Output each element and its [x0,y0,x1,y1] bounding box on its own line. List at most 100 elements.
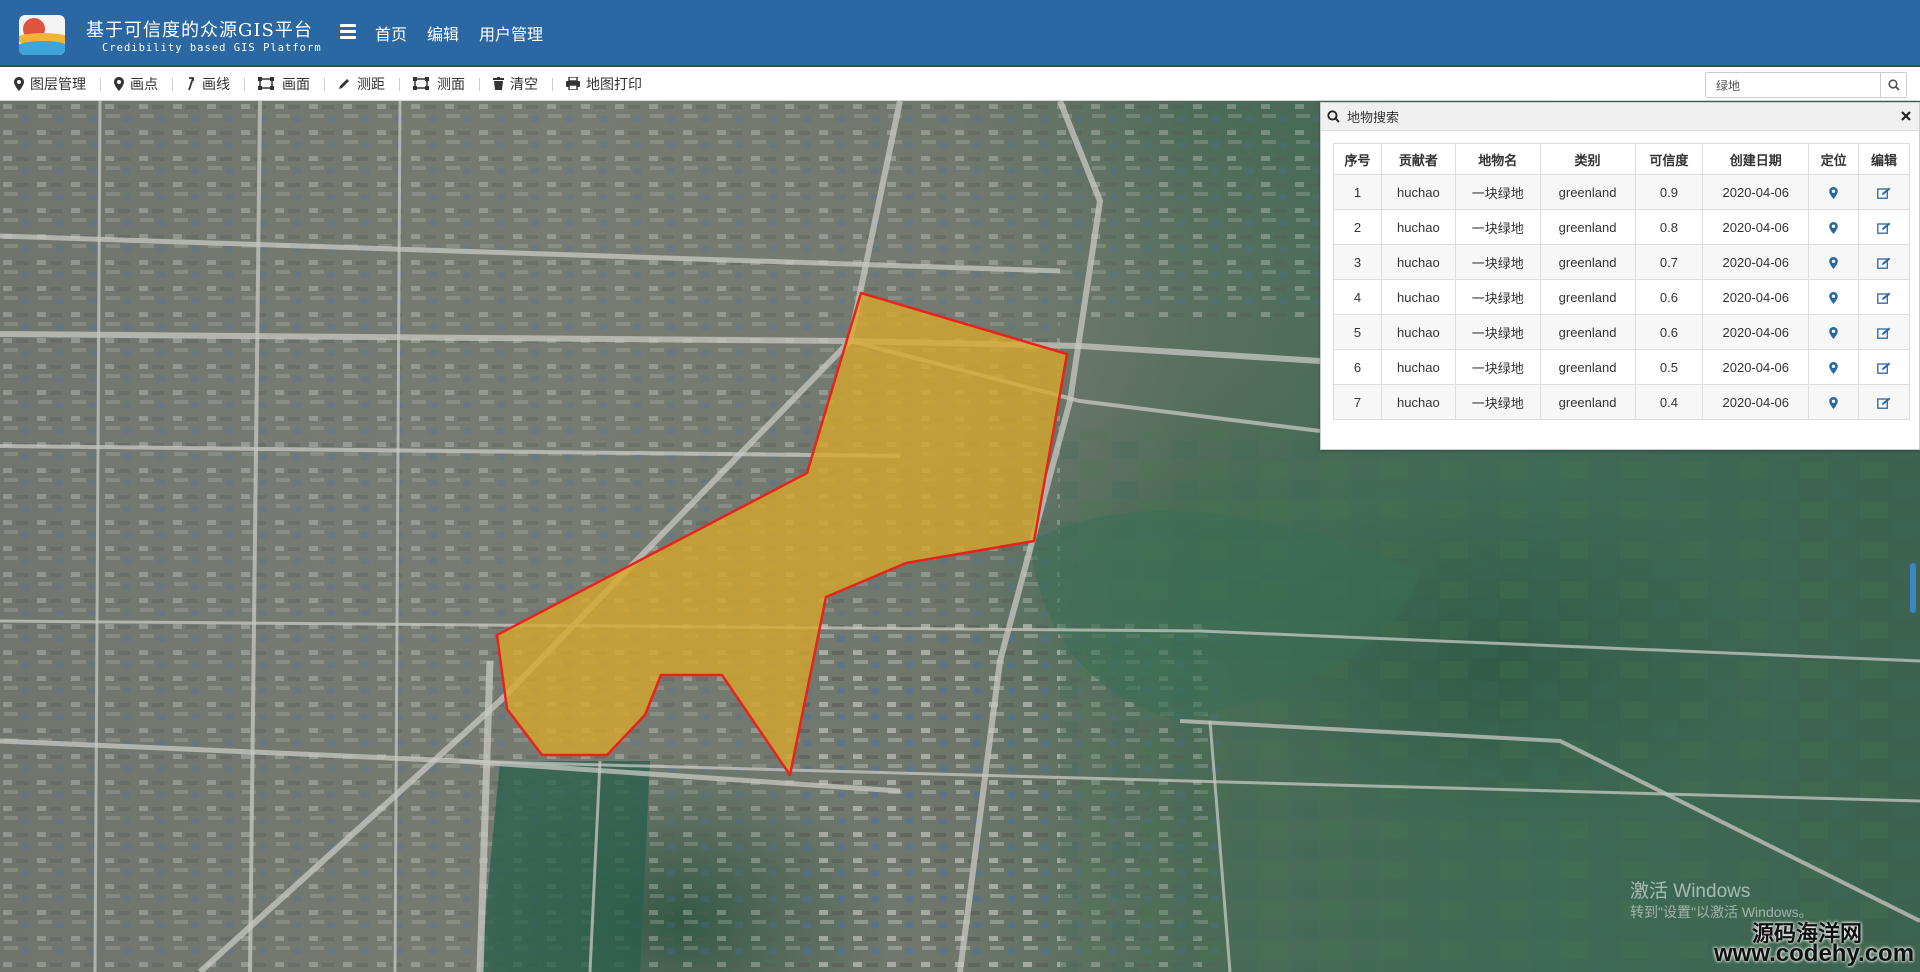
column-header[interactable]: 序号 [1333,143,1382,175]
cell-contributor: huchao [1380,279,1456,315]
cell-name: 一块绿地 [1454,279,1541,315]
tool-label: 测距 [357,75,385,92]
cell-id: 3 [1333,244,1382,280]
nav-home[interactable]: 首页 [375,21,407,45]
column-header[interactable]: 编辑 [1858,143,1910,175]
cell-credibility: 0.6 [1634,279,1704,315]
polygon-icon [413,76,429,90]
cell-date: 2020-04-06 [1702,209,1810,245]
table-header-row: 序号 贡献者 地物名 类别 可信度 创建日期 定位 编辑 [1333,143,1910,175]
layer-management-button[interactable]: 图层管理 [0,67,100,101]
edit-icon[interactable] [1877,187,1891,199]
trash-icon [493,77,504,90]
edit-icon[interactable] [1877,327,1891,339]
cell-contributor: huchao [1380,349,1456,385]
column-header[interactable]: 贡献者 [1380,143,1456,175]
site-watermark-url: www.codehy.com [1714,940,1915,967]
cell-category: greenland [1539,174,1636,210]
column-header[interactable]: 定位 [1808,143,1860,175]
cell-locate [1808,209,1860,245]
cell-id: 7 [1333,384,1382,420]
tool-label: 画点 [130,75,158,92]
column-header[interactable]: 地物名 [1454,143,1541,175]
cell-credibility: 0.9 [1634,174,1704,210]
cell-locate [1808,384,1860,420]
feature-search-box [1705,72,1907,98]
measure-distance-button[interactable]: 测距 [324,67,399,101]
nav-edit[interactable]: 编辑 [427,21,459,45]
nav-user-management[interactable]: 用户管理 [479,21,543,45]
cell-credibility: 0.5 [1634,349,1704,385]
cell-contributor: huchao [1380,244,1456,280]
map-toolbar: 图层管理 画点 画线 画面 测距 测面 清空 地图打印 [0,67,1920,101]
polygon-icon [258,76,274,90]
cell-locate [1808,244,1860,280]
windows-activation-title: 激活 Windows [1630,881,1751,902]
column-header[interactable]: 可信度 [1634,143,1704,175]
feature-search-input[interactable] [1706,73,1880,97]
map-marker-icon[interactable] [1829,292,1838,305]
water-area [480,761,650,972]
polyline-icon [188,76,194,90]
measure-area-button[interactable]: 测面 [399,67,479,101]
app-header: 基于可信度的众源GIS平台 Credibility based GIS Plat… [0,0,1920,66]
cell-contributor: huchao [1380,209,1456,245]
map-print-button[interactable]: 地图打印 [552,67,656,101]
print-icon [566,77,580,90]
cell-credibility: 0.6 [1634,314,1704,350]
map-zoom-slider-handle[interactable] [1910,563,1916,613]
cell-category: greenland [1539,349,1636,385]
cell-name: 一块绿地 [1454,314,1541,350]
clear-button[interactable]: 清空 [479,67,552,101]
app-title: 基于可信度的众源GIS平台 [86,20,313,41]
cell-id: 4 [1333,279,1382,315]
draw-point-button[interactable]: 画点 [100,67,172,101]
cell-date: 2020-04-06 [1702,314,1810,350]
map-marker-icon[interactable] [1829,362,1838,375]
cell-name: 一块绿地 [1454,384,1541,420]
close-icon[interactable] [1899,109,1913,123]
panel-title: 地物搜索 [1347,110,1400,125]
app-subtitle: Credibility based GIS Platform [102,42,322,54]
draw-polygon-button[interactable]: 画面 [244,67,324,101]
search-button[interactable] [1880,73,1906,97]
main-nav: 首页 编辑 用户管理 [375,0,563,66]
map-marker-icon[interactable] [1829,327,1838,340]
draw-line-button[interactable]: 画线 [172,67,244,101]
column-header[interactable]: 创建日期 [1702,143,1810,175]
cell-edit [1858,209,1910,245]
edit-icon[interactable] [1877,397,1891,409]
tool-label: 画线 [202,75,230,92]
map-marker-icon[interactable] [1829,397,1838,410]
cell-category: greenland [1539,314,1636,350]
cell-credibility: 0.8 [1634,209,1704,245]
search-icon [1887,79,1900,91]
hamburger-menu-icon[interactable] [340,24,356,42]
table-row: 4 huchao 一块绿地 greenland 0.6 2020-04-06 [1333,279,1910,315]
edit-icon[interactable] [1877,222,1891,234]
map-marker-icon[interactable] [1829,222,1838,235]
cell-contributor: huchao [1380,384,1456,420]
map-marker-icon[interactable] [1829,187,1838,200]
tool-label: 清空 [510,75,538,92]
edit-icon[interactable] [1877,362,1891,374]
cell-id: 5 [1333,314,1382,350]
edit-icon[interactable] [1877,292,1891,304]
table-row: 7 huchao 一块绿地 greenland 0.4 2020-04-06 [1333,384,1910,420]
cell-date: 2020-04-06 [1702,279,1810,315]
cell-name: 一块绿地 [1454,174,1541,210]
map-marker-icon[interactable] [1829,257,1838,270]
map-marker-icon [114,76,124,91]
cell-date: 2020-04-06 [1702,174,1810,210]
cell-contributor: huchao [1380,174,1456,210]
brand[interactable]: 基于可信度的众源GIS平台 Credibility based GIS Plat… [0,0,328,66]
column-header[interactable]: 类别 [1539,143,1636,175]
panel-header: 地物搜索 [1321,103,1919,131]
cell-name: 一块绿地 [1454,349,1541,385]
cell-category: greenland [1539,209,1636,245]
cell-category: greenland [1539,244,1636,280]
edit-icon[interactable] [1877,257,1891,269]
table-row: 5 huchao 一块绿地 greenland 0.6 2020-04-06 [1333,314,1910,350]
tool-label: 地图打印 [586,75,642,92]
cell-id: 1 [1333,174,1382,210]
